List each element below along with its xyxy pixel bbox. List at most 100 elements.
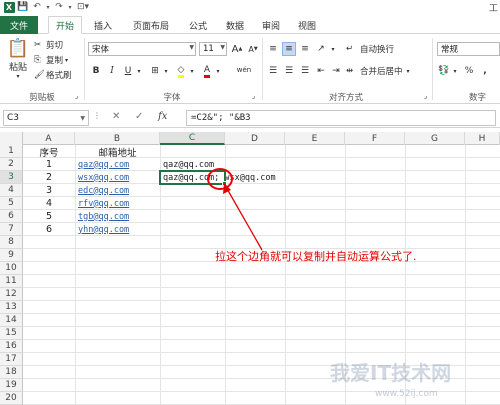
row-header-2[interactable]: 2 — [0, 158, 23, 171]
email-link[interactable]: qaz@qq.com — [78, 158, 129, 171]
comma-style-button[interactable]: , — [478, 64, 492, 78]
row-header-17[interactable]: 17 — [0, 353, 23, 366]
currency-icon[interactable]: 💱 — [437, 64, 451, 78]
row-header-1[interactable]: 1 — [0, 145, 23, 158]
row-header-3[interactable]: 3 — [0, 171, 23, 184]
align-bottom-icon[interactable]: ≡ — [298, 42, 312, 56]
tab-view[interactable]: 视图 — [292, 17, 322, 33]
percent-button[interactable]: % — [462, 64, 476, 78]
tab-insert[interactable]: 插入 — [88, 17, 118, 33]
align-right-icon[interactable]: ☰ — [298, 64, 312, 78]
fill-color-icon[interactable]: ◇ — [174, 64, 188, 78]
more-options-icon[interactable]: ⋮ — [93, 111, 101, 120]
column-header-e[interactable]: E — [285, 132, 345, 145]
chevron-down-icon[interactable]: ▾ — [135, 64, 143, 78]
font-name-combo[interactable]: 宋体 ▼ — [88, 42, 196, 56]
column-header-f[interactable]: F — [345, 132, 405, 145]
align-center-icon[interactable]: ☰ — [282, 64, 296, 78]
enter-icon[interactable]: ✓ — [135, 111, 143, 122]
redo-icon[interactable]: ↷ — [52, 1, 66, 13]
email-link[interactable]: edc@qq.com — [78, 184, 129, 197]
email-link[interactable]: yhn@qq.com — [78, 223, 129, 236]
copy-button[interactable]: ⎘ 复制 ▾ — [34, 54, 68, 66]
column-header-c[interactable]: C — [160, 132, 225, 145]
tab-data[interactable]: 数据 — [220, 17, 250, 33]
tab-formulas[interactable]: 公式 — [183, 17, 213, 33]
align-left-icon[interactable]: ☰ — [266, 64, 280, 78]
row-header-15[interactable]: 15 — [0, 327, 23, 340]
email-link[interactable]: tgb@qq.com — [78, 210, 129, 223]
decrease-indent-icon[interactable]: ⇤ — [314, 64, 328, 78]
row-header-11[interactable]: 11 — [0, 275, 23, 288]
row-header-6[interactable]: 6 — [0, 210, 23, 223]
customize-toolbar-icon[interactable]: ⊡▾ — [74, 1, 92, 13]
wrap-text-button[interactable]: ↵ 自动换行 — [346, 42, 394, 56]
row-header-10[interactable]: 10 — [0, 262, 23, 275]
dialog-launcher-icon[interactable]: ⌟ — [424, 92, 427, 100]
font-size-combo[interactable]: 11 ▼ — [199, 42, 227, 56]
formula-input[interactable]: =C2&"; "&B3 — [186, 110, 496, 126]
column-header-b[interactable]: B — [75, 132, 160, 145]
italic-button[interactable]: I — [105, 64, 119, 78]
shrink-font-icon[interactable]: A ▼ — [246, 42, 260, 56]
row-header-14[interactable]: 14 — [0, 314, 23, 327]
chevron-down-icon[interactable]: ▾ — [329, 42, 337, 56]
align-top-icon[interactable]: ≡ — [266, 42, 280, 56]
column-header-d[interactable]: D — [225, 132, 285, 145]
phonetic-guide-icon[interactable]: wén — [234, 63, 254, 77]
row-header-13[interactable]: 13 — [0, 301, 23, 314]
column-header-a[interactable]: A — [23, 132, 75, 145]
row-header-20[interactable]: 20 — [0, 392, 23, 405]
select-all-button[interactable] — [0, 132, 23, 145]
bold-button[interactable]: B — [89, 64, 103, 78]
dialog-launcher-icon[interactable]: ⌟ — [75, 92, 78, 100]
dialog-launcher-icon[interactable]: ⌟ — [252, 92, 255, 100]
insert-function-icon[interactable]: fx — [158, 111, 167, 122]
chevron-down-icon[interactable]: ▾ — [214, 64, 222, 78]
row-header-12[interactable]: 12 — [0, 288, 23, 301]
merge-center-button[interactable]: ⇹ 合并后居中 ▾ — [346, 64, 410, 78]
align-middle-icon[interactable]: ≡ — [282, 42, 296, 56]
row-header-8[interactable]: 8 — [0, 236, 23, 249]
row-header-4[interactable]: 4 — [0, 184, 23, 197]
number-format-combo[interactable]: 常规 — [437, 42, 500, 56]
row-header-19[interactable]: 19 — [0, 379, 23, 392]
worksheet-grid[interactable]: A B C D E F G H 1 2 3 4 5 6 7 8 9 10 11 12 13 14 15 16 17 18 19 20 序… — [0, 132, 500, 405]
chevron-down-icon[interactable]: ▾ — [188, 64, 196, 78]
gridline-horizontal — [23, 326, 500, 327]
underline-button[interactable]: U — [121, 64, 135, 78]
row-header-18[interactable]: 18 — [0, 366, 23, 379]
redo-dropdown-icon[interactable]: ▾ — [66, 1, 74, 13]
column-header-g[interactable]: G — [405, 132, 465, 145]
undo-icon[interactable]: ↶ — [30, 1, 44, 13]
email-link[interactable]: wsx@qq.com — [78, 171, 129, 184]
undo-dropdown-icon[interactable]: ▾ — [44, 1, 52, 13]
font-color-icon[interactable]: A — [200, 64, 214, 78]
row-header-9[interactable]: 9 — [0, 249, 23, 262]
row-header-7[interactable]: 7 — [0, 223, 23, 236]
paste-button[interactable]: 📋 粘贴 ▾ — [5, 38, 31, 86]
save-icon[interactable]: 💾 — [16, 1, 30, 13]
orientation-icon[interactable]: ↗ — [314, 42, 328, 56]
borders-icon[interactable]: ⊞ — [148, 64, 162, 78]
column-header-h[interactable]: H — [465, 132, 500, 145]
chevron-down-icon[interactable]: ▾ — [162, 64, 170, 78]
gridline-horizontal — [23, 274, 500, 275]
cut-button[interactable]: ✂ 剪切 — [34, 39, 63, 51]
name-box[interactable]: C3 ▼ — [3, 110, 89, 126]
format-painter-button[interactable]: 🖌 格式刷 — [34, 69, 72, 81]
row-header-5[interactable]: 5 — [0, 197, 23, 210]
grow-font-icon[interactable]: A ▲ — [230, 42, 244, 56]
row-header-16[interactable]: 16 — [0, 340, 23, 353]
tab-home[interactable]: 开始 — [48, 16, 82, 34]
email-link[interactable]: rfv@qq.com — [78, 197, 129, 210]
excel-logo: X — [2, 1, 16, 13]
chevron-down-icon[interactable]: ▾ — [451, 64, 459, 78]
cancel-icon[interactable]: ✕ — [112, 111, 120, 122]
tab-review[interactable]: 审阅 — [256, 17, 286, 33]
increase-indent-icon[interactable]: ⇥ — [329, 64, 343, 78]
tab-page-layout[interactable]: 页面布局 — [126, 17, 176, 33]
tab-file[interactable]: 文件 — [0, 16, 38, 34]
window-title: 工 — [488, 4, 498, 14]
font-group-label: 字体 — [163, 93, 181, 103]
